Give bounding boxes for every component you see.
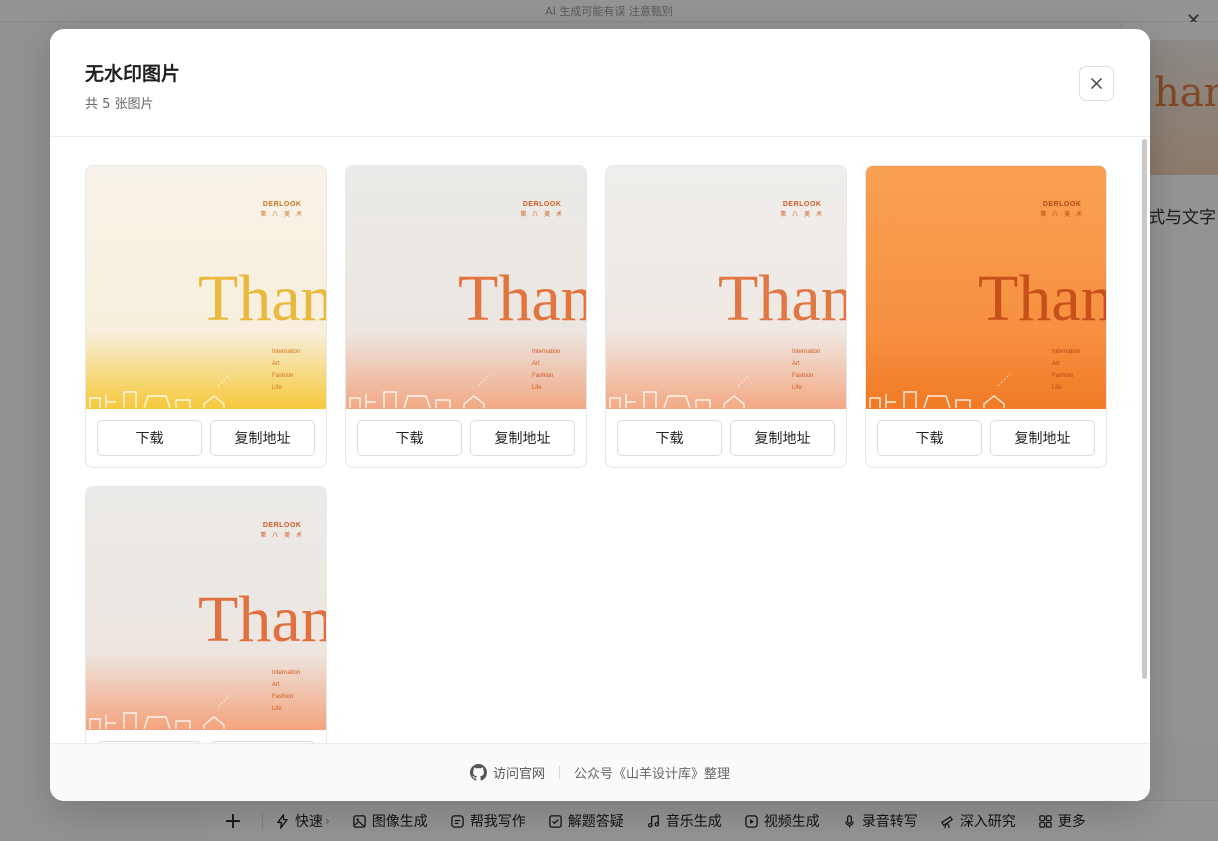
visit-website-label: 访问官网 [492, 767, 545, 782]
image-preview[interactable]: DERLOOK 第 八 美 术 Than Internation Art Fashion L… [346, 166, 586, 409]
dialog-footer: 访问官网 公众号《山羊设计库》整理 [50, 743, 1150, 801]
dialog-header: 无水印图片 共 5 张图片 [50, 29, 1150, 137]
poster-line: Internation [792, 349, 821, 355]
poster-line: Internation [272, 670, 301, 676]
poster-brand-sub: 第 八 美 术 [260, 532, 304, 539]
poster-headline: Than [718, 262, 846, 335]
poster-line: Art [792, 361, 800, 367]
poster-line-art [89, 374, 231, 409]
card-actions: 下载复制地址 [97, 420, 315, 456]
poster-brand-name: DERLOOK [522, 201, 562, 208]
card-actions: 下载复制地址 [877, 420, 1095, 456]
visit-website-link[interactable]: 访问官网 [469, 763, 545, 782]
poster-brand-sub: 第 八 美 术 [780, 211, 824, 218]
poster-brand-sub: 第 八 美 术 [260, 211, 304, 218]
poster-line-art [609, 374, 751, 409]
poster-headline: Than [978, 262, 1106, 335]
close-button[interactable] [1079, 66, 1114, 101]
poster-brand: DERLOOK 第 八 美 术 [780, 201, 824, 218]
poster-headline: Than [198, 583, 326, 656]
poster-brand: DERLOOK 第 八 美 术 [260, 522, 304, 539]
download-button[interactable]: 下载 [877, 420, 982, 456]
poster-line: Internation [532, 349, 561, 355]
image-preview[interactable]: DERLOOK 第 八 美 术 Than Internation Art Fashion L… [86, 487, 326, 730]
copy-url-button[interactable]: 复制地址 [990, 420, 1095, 456]
copy-url-button[interactable]: 复制地址 [730, 420, 835, 456]
poster-brand-sub: 第 八 美 术 [520, 211, 564, 218]
copy-url-button[interactable]: 复制地址 [470, 420, 575, 456]
image-card: DERLOOK 第 八 美 术 Than Internation Art Fashion L… [605, 165, 847, 468]
poster-line-art [349, 374, 491, 409]
scrollbar[interactable] [1142, 139, 1148, 679]
download-button[interactable]: 下载 [617, 420, 722, 456]
card-actions: 下载复制地址 [357, 420, 575, 456]
poster-line: Internation [1052, 349, 1081, 355]
poster-line: Art [272, 682, 280, 688]
watermark-free-images-dialog: 无水印图片 共 5 张图片 DERLOOK 第 八 美 术 Than Internat… [50, 29, 1150, 801]
poster-line-art [89, 695, 231, 730]
close-icon [1091, 78, 1102, 89]
poster-brand-name: DERLOOK [1042, 201, 1082, 208]
github-icon [469, 764, 487, 781]
poster-headline: Than [458, 262, 586, 335]
poster-line: Art [1052, 361, 1060, 367]
image-count: 共 5 张图片 [85, 97, 154, 112]
poster-line: Internation [272, 349, 301, 355]
poster-headline: Than [198, 262, 326, 335]
download-button[interactable]: 下载 [97, 420, 202, 456]
image-card: DERLOOK 第 八 美 术 Than Internation Art Fashion L… [865, 165, 1107, 468]
image-card: DERLOOK 第 八 美 术 Than Internation Art Fashion L… [85, 486, 327, 743]
image-grid-scroll-area[interactable]: DERLOOK 第 八 美 术 Than Internation Art Fashion L… [50, 137, 1150, 743]
poster-line-art [869, 374, 1011, 409]
poster-brand-sub: 第 八 美 术 [1040, 211, 1084, 218]
dialog-title: 无水印图片 [85, 63, 181, 85]
download-button[interactable]: 下载 [357, 420, 462, 456]
poster-line: Art [532, 361, 540, 367]
poster-brand-name: DERLOOK [262, 201, 302, 208]
poster-brand: DERLOOK 第 八 美 术 [260, 201, 304, 218]
poster-brand-name: DERLOOK [262, 522, 302, 529]
poster-brand-name: DERLOOK [782, 201, 822, 208]
image-card: DERLOOK 第 八 美 术 Than Internation Art Fashion L… [85, 165, 327, 468]
footer-credit: 公众号《山羊设计库》整理 [574, 767, 731, 782]
card-actions: 下载复制地址 [617, 420, 835, 456]
poster-line: Art [272, 361, 280, 367]
scrollbar-thumb[interactable] [1142, 139, 1147, 679]
poster-brand: DERLOOK 第 八 美 术 [520, 201, 564, 218]
image-preview[interactable]: DERLOOK 第 八 美 术 Than Internation Art Fashion L… [86, 166, 326, 409]
image-preview[interactable]: DERLOOK 第 八 美 术 Than Internation Art Fashion L… [866, 166, 1106, 409]
image-preview[interactable]: DERLOOK 第 八 美 术 Than Internation Art Fashion L… [606, 166, 846, 409]
poster-brand: DERLOOK 第 八 美 术 [1040, 201, 1084, 218]
image-card: DERLOOK 第 八 美 术 Than Internation Art Fashion L… [345, 165, 587, 468]
footer-divider [559, 766, 560, 779]
copy-url-button[interactable]: 复制地址 [210, 420, 315, 456]
